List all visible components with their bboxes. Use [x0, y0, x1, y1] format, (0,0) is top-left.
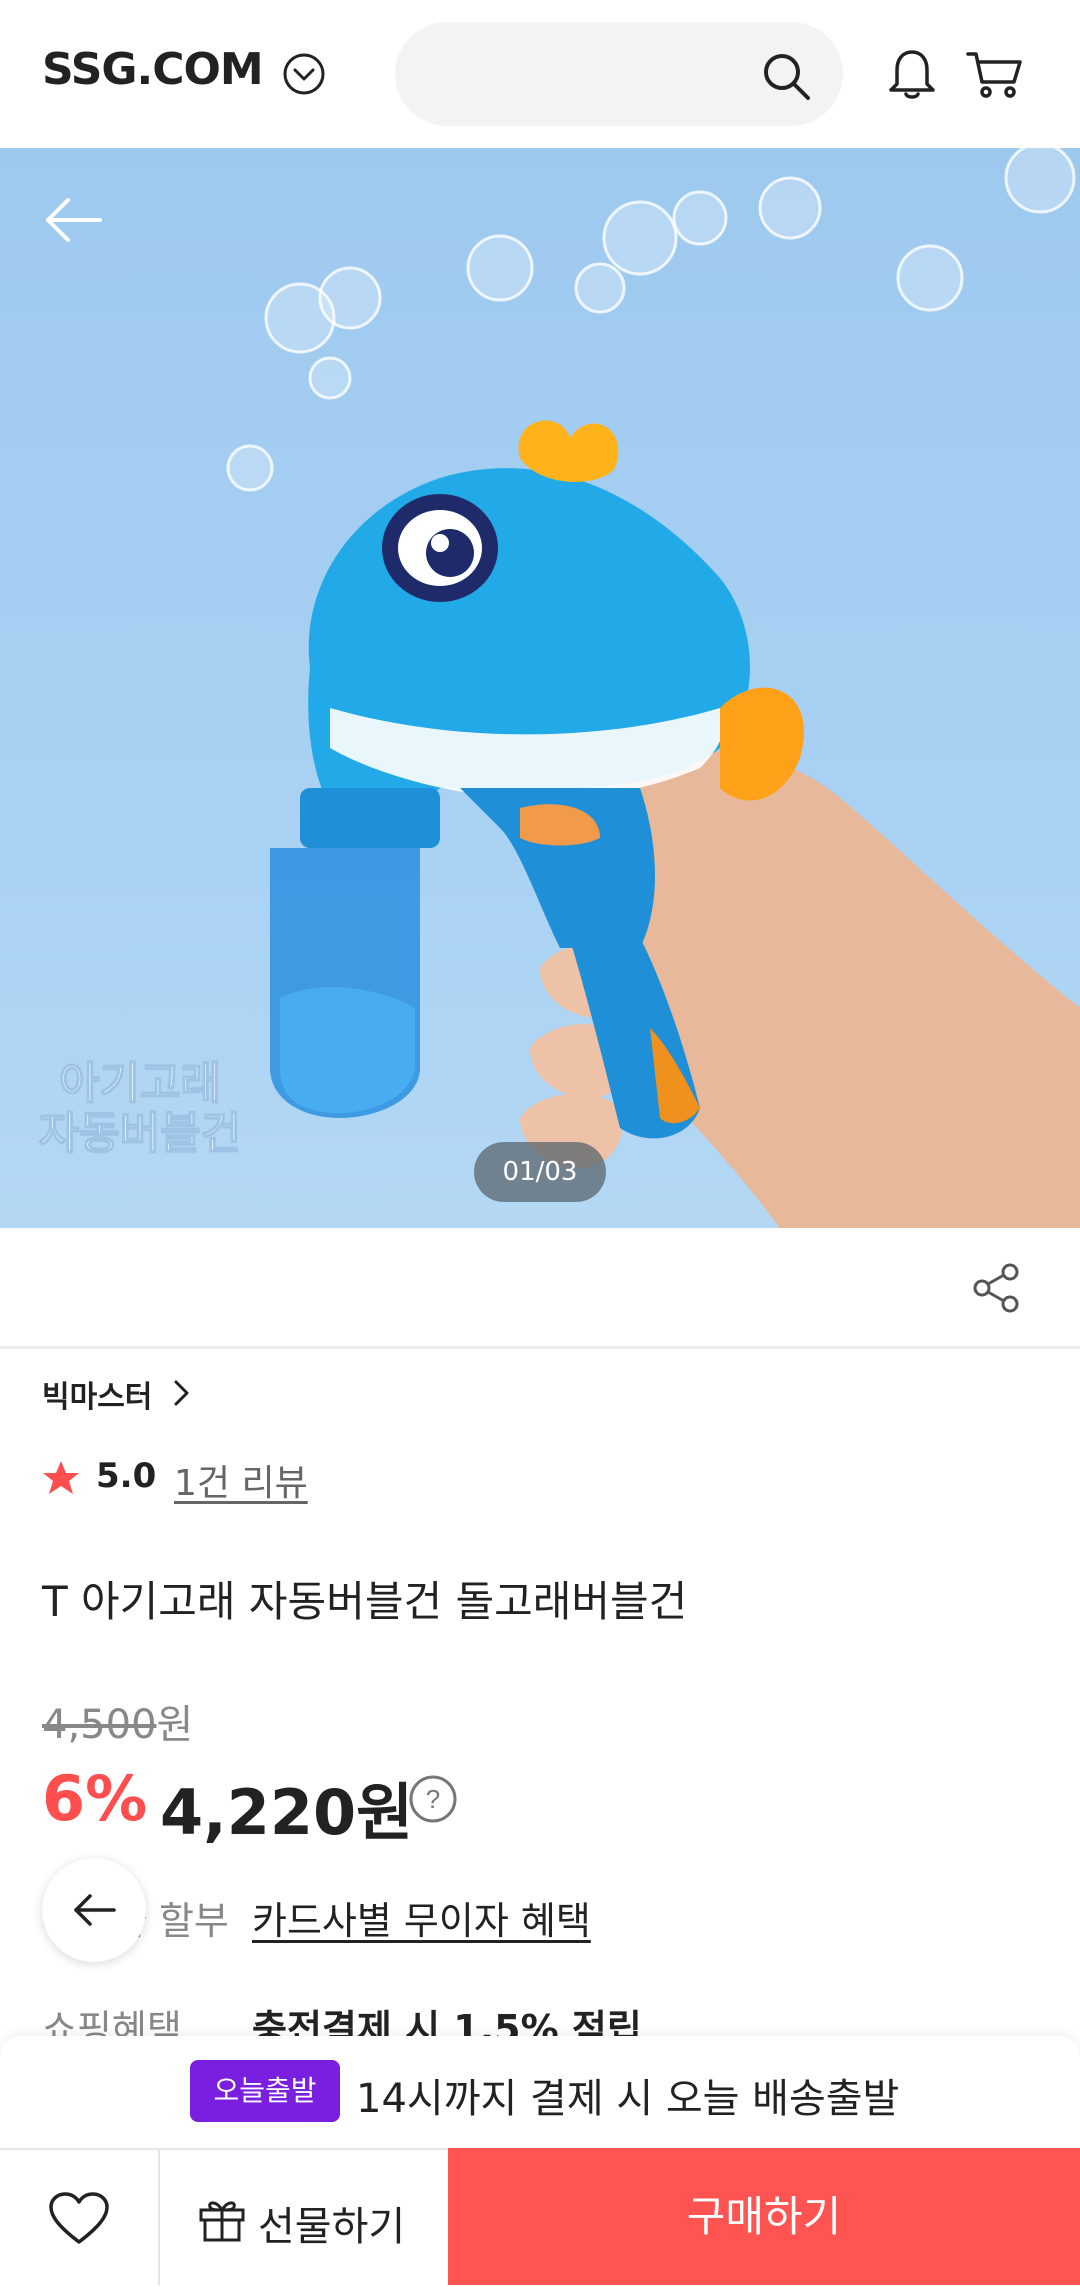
share-row — [0, 1228, 1080, 1349]
help-icon[interactable]: ? — [408, 1774, 458, 1824]
delivery-text: 14시까지 결제 시 오늘 배송출발 — [356, 2076, 900, 2122]
ssg-logo[interactable]: SSG.COM — [42, 44, 264, 95]
star-icon — [43, 1461, 79, 1494]
review-link[interactable]: 1건 리뷰 — [174, 1454, 308, 1506]
share-icon[interactable] — [972, 1262, 1020, 1314]
brand-link[interactable]: 빅마스터 — [42, 1372, 152, 1416]
image-counter: 01/03 — [474, 1142, 606, 1202]
product-image[interactable]: 아기고래 자동버블건 — [0, 148, 1080, 1228]
search-icon[interactable] — [760, 50, 812, 102]
image-overlay-text: 자동버블건 — [39, 1109, 241, 1158]
gift-icon — [199, 2201, 245, 2242]
svg-text:?: ? — [426, 1784, 440, 1814]
back-arrow-icon — [74, 1894, 116, 1926]
buy-button[interactable]: 구매하기 — [448, 2148, 1080, 2285]
today-shipping-badge: 오늘출발 — [190, 2060, 340, 2122]
heart-icon — [49, 2192, 109, 2244]
product-title: T 아기고래 자동버블건 돌고래버블건 — [42, 1577, 688, 1626]
cart-icon[interactable] — [964, 46, 1024, 102]
original-price: 4,500원 — [42, 1692, 193, 1750]
product-photo: 아기고래 자동버블건 — [38, 148, 1080, 1228]
bell-icon[interactable] — [884, 46, 940, 102]
gift-label: 선물하기 — [258, 2204, 406, 2250]
rating-value: 5.0 — [96, 1456, 157, 1496]
image-overlay-text: 아기고래 — [59, 1059, 221, 1108]
installment-benefit-link[interactable]: 카드사별 무이자 혜택 — [252, 1890, 591, 1945]
chevron-right-icon[interactable] — [170, 1378, 192, 1408]
discount-rate: 6% — [42, 1762, 148, 1835]
sale-price: 4,220원 — [160, 1776, 414, 1849]
original-price-value: 4,500 — [42, 1702, 157, 1748]
chevron-down-icon[interactable] — [282, 52, 326, 96]
currency: 원 — [156, 1702, 194, 1748]
wishlist-button[interactable] — [0, 2148, 160, 2285]
floating-back-button[interactable] — [42, 1858, 146, 1962]
gift-button[interactable]: 선물하기 — [160, 2148, 446, 2285]
back-arrow-icon[interactable] — [44, 196, 104, 244]
